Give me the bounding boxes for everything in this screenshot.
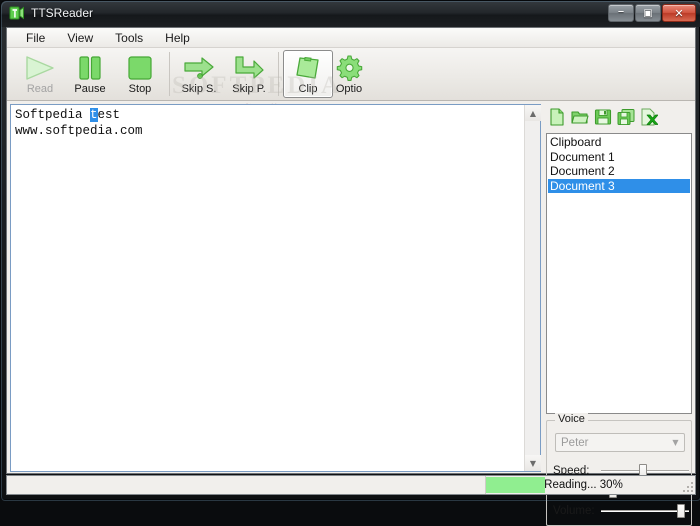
- progress-bar-fill: [486, 477, 545, 493]
- editor-content[interactable]: Softpedia test www.softpedia.com: [15, 107, 522, 469]
- menu-item-tools[interactable]: Tools: [106, 29, 152, 47]
- application-window: TTSReader – ▣ ✕ File View Tools Help Rea…: [0, 0, 700, 526]
- toolbar-separator-1: [169, 52, 170, 96]
- close-icon: ✕: [674, 7, 684, 20]
- chevron-down-icon: ▼: [672, 438, 679, 447]
- pause-button-label: Pause: [74, 83, 106, 95]
- scroll-down-icon[interactable]: ▼: [525, 455, 541, 471]
- save-all-icon[interactable]: [617, 108, 635, 126]
- skip-sentence-button[interactable]: Skip S.: [174, 50, 224, 98]
- menu-item-file[interactable]: File: [17, 29, 54, 47]
- status-bar-progress-panel: Reading... 30%: [486, 476, 681, 494]
- title-bar[interactable]: TTSReader – ▣ ✕: [1, 1, 700, 27]
- volume-slider-thumb[interactable]: [677, 504, 685, 518]
- stop-button[interactable]: Stop: [115, 50, 165, 98]
- menu-bar: File View Tools Help: [7, 28, 695, 48]
- play-icon: [23, 54, 57, 82]
- client-area: File View Tools Help Read Pause Stop Ski…: [6, 27, 696, 526]
- save-icon[interactable]: [594, 108, 612, 126]
- scroll-up-icon[interactable]: ▲: [525, 105, 541, 121]
- maximize-button[interactable]: ▣: [635, 4, 661, 22]
- main-toolbar: Read Pause Stop Skip S. Skip P. Clip Opt…: [7, 48, 695, 114]
- read-button[interactable]: Read: [15, 50, 65, 98]
- stop-button-label: Stop: [128, 83, 152, 95]
- volume-label: Volume:: [553, 505, 595, 517]
- skip-paragraph-button[interactable]: Skip P.: [224, 50, 274, 98]
- clipboard-icon: [294, 54, 322, 82]
- volume-slider[interactable]: [601, 504, 689, 518]
- delete-icon[interactable]: [640, 108, 659, 126]
- minimize-button[interactable]: –: [608, 4, 634, 22]
- documents-panel: Clipboard Document 1 Document 2 Document…: [544, 104, 694, 526]
- editor-line1-suffix: est: [97, 108, 121, 122]
- status-bar-message-panel: [7, 476, 486, 494]
- open-folder-icon[interactable]: [571, 108, 589, 126]
- volume-slider-row: Volume:: [553, 501, 689, 521]
- skip-paragraph-icon: [233, 54, 265, 82]
- options-button-label: Optio: [335, 83, 363, 95]
- voice-group: Voice Peter ▼ Speed: Pitch:: [546, 413, 692, 526]
- pause-button[interactable]: Pause: [65, 50, 115, 98]
- voice-group-legend: Voice: [555, 413, 588, 425]
- documents-list[interactable]: Clipboard Document 1 Document 2 Document…: [546, 133, 692, 414]
- status-text: Reading... 30%: [544, 479, 623, 491]
- pause-icon: [75, 54, 105, 82]
- list-item[interactable]: Document 1: [548, 150, 690, 165]
- editor-selection: t: [90, 108, 98, 122]
- title-bar-left: TTSReader: [9, 5, 93, 21]
- tts-app-icon: [9, 5, 25, 21]
- volume-slider-track: [601, 510, 689, 512]
- read-button-label: Read: [26, 83, 54, 95]
- list-item[interactable]: Clipboard: [548, 135, 690, 150]
- clip-button[interactable]: Clip: [283, 50, 333, 98]
- gear-icon: [335, 54, 363, 82]
- skip-sentence-label: Skip S.: [181, 83, 217, 95]
- voice-select-value: Peter: [561, 436, 589, 449]
- editor-line1-prefix: Softpedia: [15, 108, 91, 122]
- maximize-icon: ▣: [643, 8, 653, 19]
- toolbar-separator-2: [278, 52, 279, 96]
- menu-item-help[interactable]: Help: [156, 29, 199, 47]
- resize-grip[interactable]: [681, 476, 695, 494]
- window-controls: – ▣ ✕: [608, 4, 696, 22]
- clip-button-label: Clip: [298, 83, 318, 95]
- editor-line2: www.softpedia.com: [15, 124, 143, 138]
- minimize-icon: –: [617, 4, 625, 19]
- stop-icon: [126, 54, 154, 82]
- editor-vertical-scrollbar[interactable]: ▲ ▼: [524, 105, 541, 471]
- documents-toolbar: [544, 104, 694, 130]
- list-item[interactable]: Document 3: [548, 178, 690, 193]
- voice-select[interactable]: Peter ▼: [555, 433, 685, 452]
- menu-item-view[interactable]: View: [58, 29, 102, 47]
- skip-sentence-icon: [183, 54, 215, 82]
- close-button[interactable]: ✕: [662, 4, 696, 22]
- skip-paragraph-label: Skip P.: [232, 83, 266, 95]
- options-button[interactable]: Optio: [333, 50, 365, 98]
- status-bar: Reading... 30%: [6, 475, 696, 495]
- list-item[interactable]: Document 2: [548, 164, 690, 179]
- window-title: TTSReader: [31, 6, 94, 20]
- text-editor[interactable]: Softpedia test www.softpedia.com ▲ ▼: [10, 104, 541, 472]
- new-document-icon[interactable]: [548, 108, 566, 126]
